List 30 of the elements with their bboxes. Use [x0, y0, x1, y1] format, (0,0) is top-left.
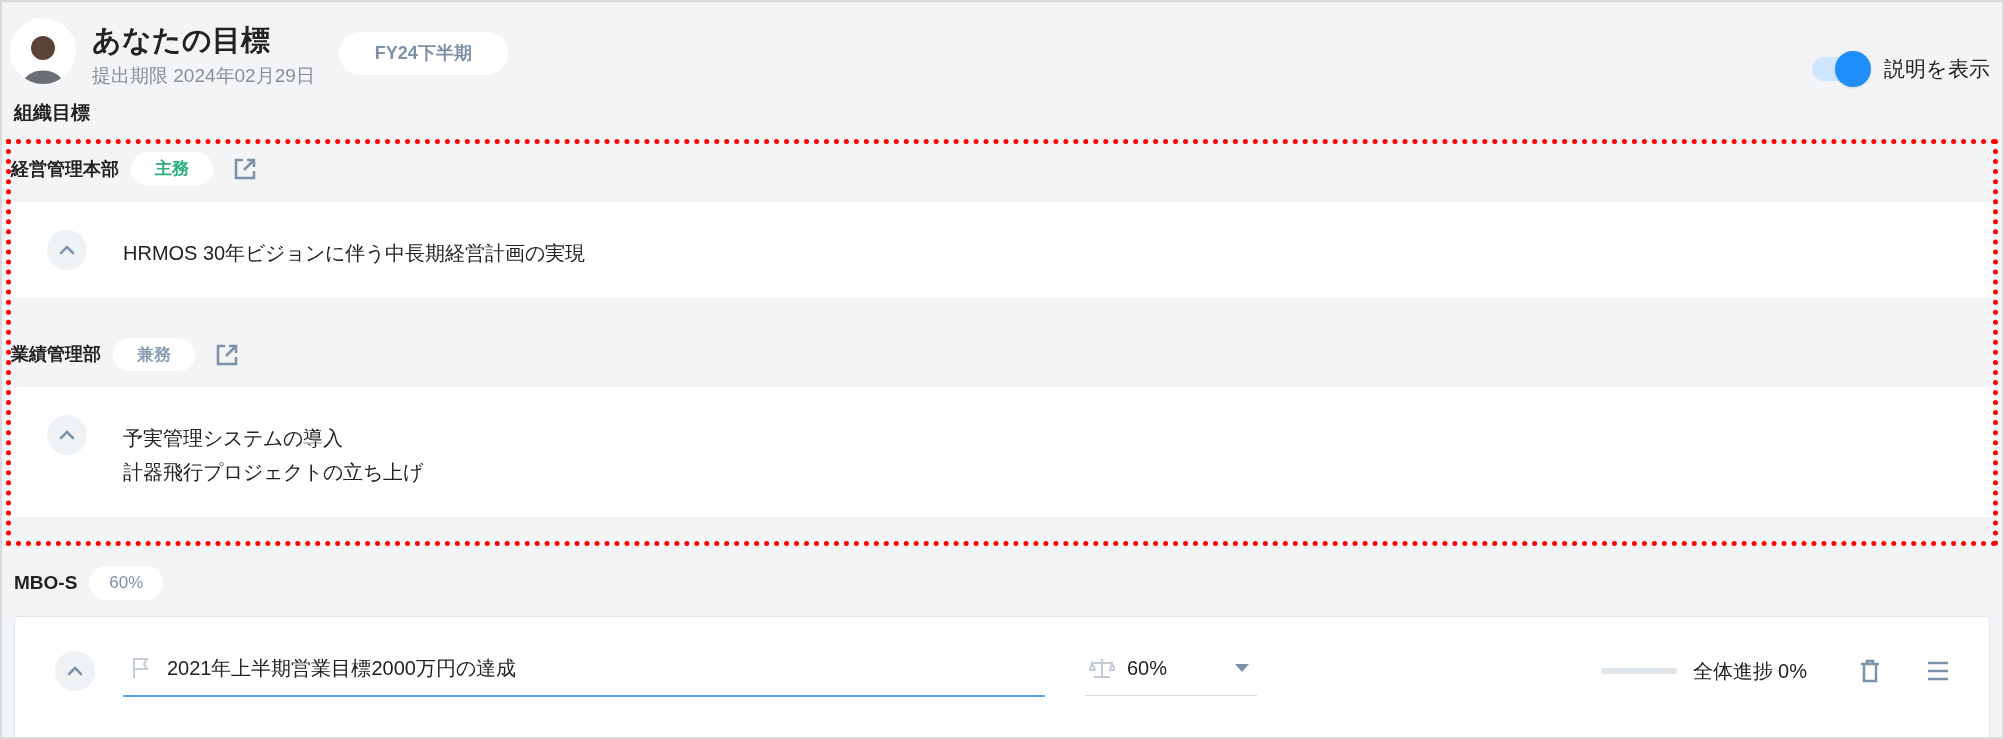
chevron-icon	[67, 665, 83, 676]
flag-icon	[131, 656, 151, 679]
external-link-icon[interactable]	[215, 342, 239, 367]
period-badge: FY24下半期	[338, 32, 508, 75]
role-badge: 主務	[131, 152, 213, 186]
collapse-button[interactable]	[47, 415, 87, 456]
weight-select[interactable]: 60%	[1085, 645, 1257, 697]
menu-icon[interactable]	[1927, 660, 1949, 681]
section-title: 組織目標	[14, 100, 91, 125]
department-name: 経営管理本部	[11, 157, 119, 181]
external-link-icon[interactable]	[233, 157, 257, 181]
collapse-button[interactable]	[47, 229, 87, 270]
role-badge: 兼務	[113, 337, 195, 372]
goal-text: 予実管理システムの導入	[123, 426, 344, 452]
toggle-label: 説明を表示	[1884, 56, 1990, 83]
goal-text: HRMOS 30年ビジョンに伴う中長期経営計画の実現	[123, 240, 586, 266]
goal-text: 計器飛行プロジェクトの立ち上げ	[123, 460, 423, 486]
scale-icon	[1089, 657, 1115, 680]
page-title: あなたの目標	[92, 23, 271, 58]
dropdown-caret-icon	[1235, 664, 1249, 673]
deadline-text: 提出期限 2024年02月29日	[92, 64, 315, 89]
progress-text: 全体進捗 0%	[1692, 658, 1807, 684]
weight-badge: 60%	[89, 566, 164, 600]
chevron-icon	[59, 430, 75, 441]
trash-icon[interactable]	[1859, 658, 1881, 683]
collapse-button[interactable]	[55, 650, 95, 691]
department-name: 業績管理部	[11, 343, 101, 366]
objective-title-field[interactable]: 2021年上半期営業目標2000万円の達成	[123, 644, 1045, 697]
chevron-icon	[59, 244, 75, 255]
section-title: MBO-S	[14, 570, 78, 595]
